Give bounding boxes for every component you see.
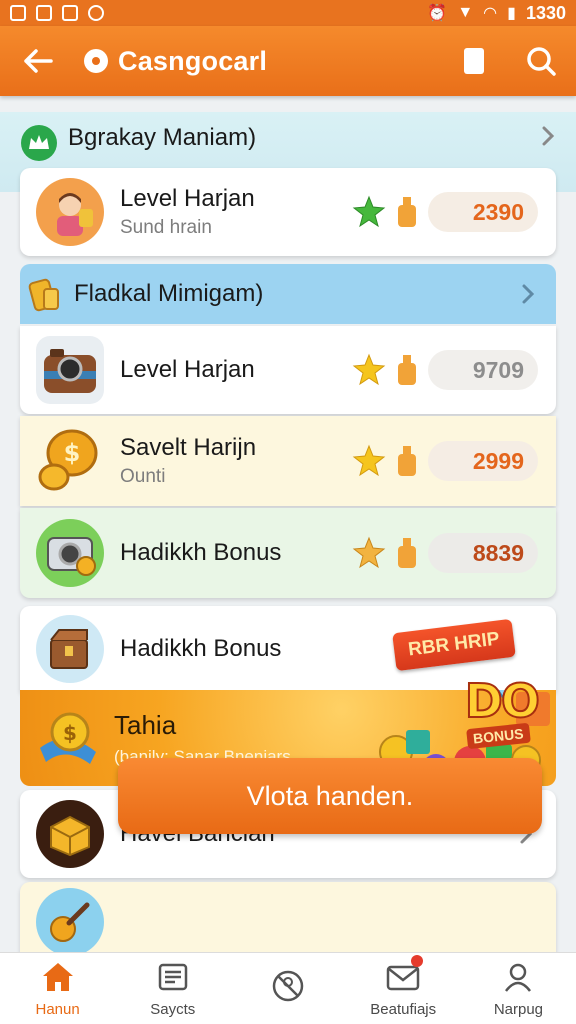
star-icon <box>352 353 386 386</box>
app-title: Casngocarl <box>118 45 268 76</box>
profile-icon <box>500 959 536 995</box>
bookmark-button[interactable] <box>464 48 484 74</box>
list-item-level-2[interactable]: Level Harjan 9709 <box>20 326 556 414</box>
status-time: 1330 <box>525 2 566 23</box>
nav-label: Beatufiajs <box>370 1001 437 1018</box>
chevron-right-icon <box>516 282 540 306</box>
check-icon <box>88 5 104 21</box>
item-text: Level Harjan Sund hrain <box>120 185 255 240</box>
bottle-icon <box>394 536 420 570</box>
coin-ribbon-icon: $ <box>40 712 96 764</box>
home-icon <box>40 959 76 995</box>
section-title: Fladkal Mimigam) <box>74 280 264 307</box>
item-subtitle: Ounti <box>120 466 166 488</box>
guitar-icon <box>36 888 104 952</box>
status-left-icons <box>10 5 104 21</box>
nav-item-profile[interactable]: Narpug <box>461 953 576 1024</box>
item-rating: 8839 <box>352 533 538 573</box>
section-title: Bgrakay Maniam) <box>68 124 257 151</box>
item-title: Hadikkh Bonus <box>120 634 282 662</box>
list-item-level-1[interactable]: Level Harjan Sund hrain 2390 <box>20 168 556 256</box>
score-badge: 9709 <box>428 350 538 390</box>
wifi-icon: ◠ <box>483 5 498 22</box>
item-title: Level Harjan <box>120 355 255 383</box>
bottle-icon <box>394 195 420 229</box>
bottom-nav: Hanun Saycts Beatufiajs Narpug <box>0 952 576 1024</box>
signal-icon: ▼ <box>457 4 474 21</box>
search-button[interactable] <box>524 44 558 78</box>
app-actions <box>464 44 558 78</box>
section-header-2[interactable]: Fladkal Mimigam) <box>20 264 556 324</box>
battery-icon: ▮ <box>507 5 516 22</box>
bottle-icon <box>394 444 420 478</box>
item-rating: 2390 <box>352 192 538 232</box>
back-arrow-icon <box>24 49 53 73</box>
camera-coin-icon <box>36 519 104 587</box>
promo-big-text: DO <box>464 673 541 729</box>
item-title: Savelt Harijn <box>120 433 257 461</box>
nav-item-blocked[interactable] <box>230 953 345 1024</box>
item-rating: 9709 <box>352 350 538 390</box>
item-subtitle: Sund hrain <box>120 217 212 239</box>
list-item-level-3[interactable]: $ Savelt Harijn Ounti 2999 <box>20 416 556 506</box>
item-text: Hadikkh Bonus <box>120 635 281 664</box>
back-button[interactable] <box>18 41 58 81</box>
star-icon <box>352 536 386 569</box>
search-icon <box>527 47 556 76</box>
score-badge: 8839 <box>428 533 538 573</box>
image-icon <box>36 5 52 21</box>
star-icon <box>352 195 386 228</box>
nav-label: Saycts <box>150 1001 196 1018</box>
gold-box-icon <box>36 800 104 868</box>
svg-text:$: $ <box>64 439 81 467</box>
nav-label: Hanun <box>35 1001 80 1018</box>
message-icon <box>62 5 78 21</box>
location-pin-icon <box>84 49 108 73</box>
nav-item-list[interactable]: Saycts <box>115 953 230 1024</box>
primary-action-button[interactable]: Vlota handen. <box>118 758 542 834</box>
item-title: Hadikkh Bonus <box>120 538 282 566</box>
avatar-kid-icon <box>36 178 104 246</box>
chest-icon <box>36 615 104 683</box>
item-text: Savelt Harijn Ounti <box>120 434 256 489</box>
app-title-wrap: Casngocarl <box>84 46 267 77</box>
nav-label: Narpug <box>493 1001 544 1018</box>
alarm-icon: ⏰ <box>427 5 448 22</box>
list-item-partial[interactable] <box>20 882 556 952</box>
no-entry-icon <box>270 968 306 1004</box>
coin-stack-icon <box>26 275 64 313</box>
notification-icon <box>10 5 26 21</box>
bottle-icon <box>394 353 420 387</box>
chevron-right-icon <box>536 124 560 148</box>
promo-title: Tahia <box>114 709 177 740</box>
score-badge: 2390 <box>428 192 538 232</box>
status-right-icons: ⏰ ▼ ◠ ▮ 1330 <box>427 3 566 24</box>
star-icon <box>352 444 386 477</box>
item-text: Level Harjan <box>120 356 255 385</box>
score-badge: 2999 <box>428 441 538 481</box>
nav-item-home[interactable]: Hanun <box>0 953 115 1024</box>
svg-text:$: $ <box>63 721 77 745</box>
item-title: Level Harjan <box>120 184 255 212</box>
notification-badge <box>411 955 424 967</box>
list-icon <box>155 959 191 995</box>
mail-icon <box>385 955 424 995</box>
item-text: Hadikkh Bonus <box>120 539 281 568</box>
app-bar: Casngocarl <box>0 26 576 96</box>
list-item-bonus-1[interactable]: Hadikkh Bonus 8839 <box>20 508 556 598</box>
coins-icon: $ <box>36 427 104 495</box>
camera-icon <box>36 336 104 404</box>
crown-badge-icon <box>20 124 58 162</box>
status-bar: ⏰ ▼ ◠ ▮ 1330 <box>0 0 576 26</box>
nav-item-mail[interactable]: Beatufiajs <box>346 953 461 1024</box>
item-rating: 2999 <box>352 441 538 481</box>
